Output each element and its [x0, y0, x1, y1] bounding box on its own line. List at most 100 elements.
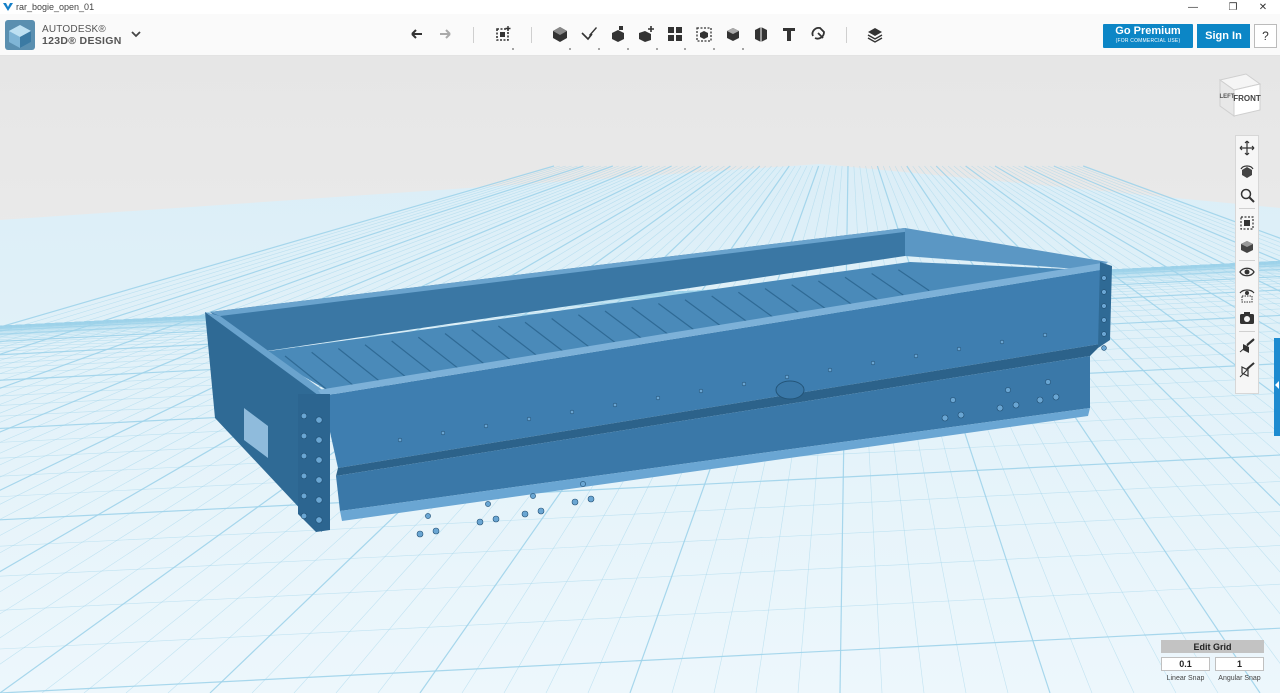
combine-button[interactable] [721, 23, 745, 50]
zoom-button[interactable] [1238, 186, 1256, 204]
material-button[interactable] [863, 23, 887, 45]
view-button[interactable] [1238, 238, 1256, 256]
3d-viewport[interactable]: FRONT LEFT Edit Grid 0.1 1 Linear Snap A… [0, 56, 1280, 693]
rivet [476, 518, 484, 526]
chevron-left-icon [1275, 381, 1279, 389]
construct-icon [612, 26, 624, 42]
material-toggle-button[interactable] [1238, 337, 1256, 355]
undo-button[interactable] [405, 23, 429, 45]
rivet [397, 437, 403, 443]
toolbar-divider [531, 27, 532, 43]
dropdown-dot [569, 48, 571, 50]
material-toggle-icon [1239, 338, 1255, 353]
redo-button[interactable] [433, 23, 457, 45]
chevron-down-icon[interactable] [130, 28, 142, 40]
rivet [741, 381, 747, 387]
visibility-button[interactable] [1238, 263, 1256, 281]
rivet [587, 495, 595, 503]
measure-icon [755, 27, 767, 42]
rivet [315, 496, 323, 504]
dropdown-dot [656, 48, 658, 50]
rivet [698, 388, 704, 394]
rivet [416, 530, 424, 538]
help-button[interactable]: ? [1254, 24, 1277, 48]
rivet [913, 353, 919, 359]
outline-toggle-button[interactable] [1238, 361, 1256, 379]
rivet [425, 513, 431, 519]
rivet [1101, 317, 1107, 323]
modify-icon [639, 26, 654, 42]
rivet [950, 397, 956, 403]
rivet [996, 404, 1004, 412]
scene-canvas[interactable]: FRONT LEFT [0, 56, 1280, 693]
hidden-button[interactable] [1238, 286, 1256, 304]
grouping-button[interactable] [692, 23, 716, 50]
brand-company: AUTODESK® [42, 24, 106, 35]
rivet [485, 501, 491, 507]
sign-in-button[interactable]: Sign In [1197, 24, 1250, 48]
undo-icon [411, 29, 422, 39]
rivet [1052, 393, 1060, 401]
toolbar-divider [473, 27, 474, 43]
rivet [315, 516, 323, 524]
primitives-button[interactable] [548, 23, 572, 50]
orbit-button[interactable] [1238, 163, 1256, 181]
linear-snap-input[interactable] [1161, 657, 1210, 671]
rivet [956, 346, 962, 352]
close-button[interactable]: ✕ [1243, 0, 1280, 14]
fit-icon [1240, 216, 1254, 230]
outline-toggle-icon [1239, 362, 1255, 378]
dropdown-dot [713, 48, 715, 50]
minimize-button[interactable]: — [1173, 0, 1213, 14]
sketch-icon [581, 27, 597, 41]
window-titlebar: rar_bogie_open_01 — ❐ ✕ [0, 0, 1280, 14]
rivet [526, 416, 532, 422]
rivet [569, 409, 575, 415]
model-axle-hole [775, 380, 805, 400]
rivet [315, 476, 323, 484]
fit-button[interactable] [1238, 214, 1256, 232]
navbar-divider [1239, 331, 1255, 332]
rivet [1101, 331, 1107, 337]
grid-panel: Edit Grid Linear Snap Angular Snap [1161, 640, 1264, 690]
text-button[interactable] [777, 23, 801, 45]
viewcube-left-label: LEFT [1220, 94, 1235, 100]
brand-product: 123D® DESIGN [42, 35, 122, 47]
snap-icon [811, 26, 825, 40]
pan-icon [1239, 140, 1255, 156]
screenshot-button[interactable] [1238, 309, 1256, 327]
rivet [1036, 396, 1044, 404]
edit-grid-button[interactable]: Edit Grid [1161, 640, 1264, 653]
go-premium-button[interactable]: Go Premium (FOR COMMERCIAL USE) [1103, 24, 1193, 48]
measure-button[interactable] [749, 23, 773, 45]
rivet [827, 367, 833, 373]
viewcube-front-label: FRONT [1233, 94, 1261, 103]
rivet [432, 527, 440, 535]
pattern-button[interactable] [663, 23, 687, 50]
rivet [300, 412, 308, 420]
dropdown-dot [627, 48, 629, 50]
angular-snap-input[interactable] [1215, 657, 1264, 671]
dropdown-dot [512, 48, 514, 50]
sketch-button[interactable] [577, 23, 601, 50]
rivet [315, 436, 323, 444]
rivet [580, 481, 586, 487]
toolbar-divider [846, 27, 847, 43]
rivet [315, 456, 323, 464]
snap-button[interactable] [806, 23, 830, 45]
modify-button[interactable] [635, 23, 659, 50]
transform-button[interactable] [491, 23, 515, 50]
material-icon [867, 28, 883, 43]
rivet [483, 423, 489, 429]
screenshot-icon [1240, 312, 1254, 324]
construct-button[interactable] [606, 23, 630, 50]
view-icon [1241, 241, 1253, 253]
rivet [300, 512, 308, 520]
pan-button[interactable] [1238, 139, 1256, 157]
rivet [300, 452, 308, 460]
view-cube[interactable]: FRONT LEFT [1218, 73, 1262, 117]
rivet [492, 515, 500, 523]
primitives-icon [553, 27, 567, 42]
dropdown-dot [598, 48, 600, 50]
app-logo-icon[interactable] [5, 20, 35, 50]
